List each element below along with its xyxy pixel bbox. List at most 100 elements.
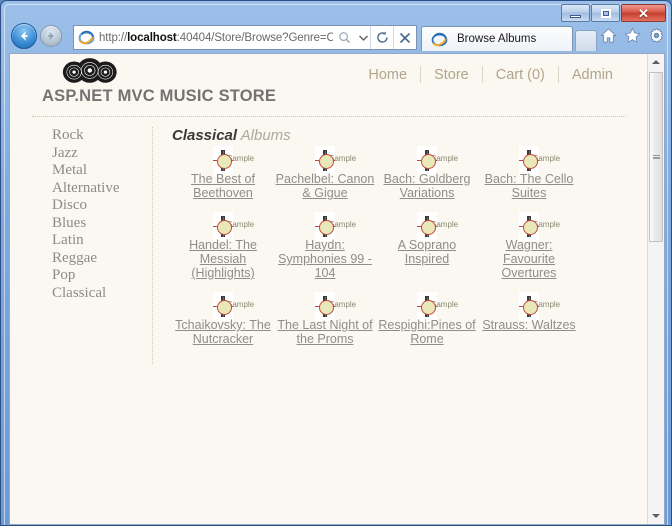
nav-link-home[interactable]: Home (355, 67, 420, 83)
tab-browse-albums[interactable]: Browse Albums (421, 26, 573, 51)
sidebar-item-disco[interactable]: Disco (52, 197, 152, 215)
sample-image-placeholder: Sample (417, 150, 458, 171)
scrollbar-thumb[interactable] (649, 72, 663, 242)
chevron-down-icon[interactable] (356, 26, 370, 49)
album-thumbnail: Sample (315, 292, 356, 321)
album-thumbnail: Sample (213, 146, 254, 175)
home-icon[interactable] (600, 27, 617, 44)
album-title: Tchaikovsky: The Nutcracker (175, 318, 271, 346)
album-thumbnail: Sample (315, 146, 356, 175)
album-thumbnail: Sample (213, 212, 254, 241)
nav-link-admin[interactable]: Admin (559, 67, 626, 83)
new-tab-button[interactable] (575, 30, 597, 51)
page-title-genre: Classical (172, 127, 238, 144)
scrollbar-grip (652, 155, 660, 159)
refresh-button[interactable] (370, 26, 393, 49)
search-icon[interactable] (333, 26, 356, 49)
scroll-up-button[interactable] (648, 54, 664, 70)
album-title: The Best of Beethoven (191, 172, 255, 200)
crosshair-circle (216, 300, 232, 315)
main-nav: Home Store Cart (0) Admin (355, 66, 626, 83)
page-title: Classical Albums (172, 127, 648, 144)
vinyl-records-logo-icon (62, 58, 117, 83)
back-arrow-icon (21, 31, 28, 41)
album-item[interactable]: Sample Tchaikovsky: T (172, 292, 274, 346)
chevron-down-icon (652, 514, 660, 518)
album-item[interactable]: Sample Strauss: Waltz (478, 292, 580, 346)
navigation-buttons (11, 23, 62, 49)
sample-image-placeholder: Sample (519, 296, 560, 317)
sample-image-placeholder: Sample (417, 216, 458, 237)
chevron-up-icon (652, 60, 660, 64)
album-thumbnail: Sample (213, 292, 254, 321)
crosshair-circle (420, 300, 436, 315)
albums-section: Classical Albums Sample (153, 127, 648, 364)
nav-link-cart[interactable]: Cart (0) (483, 67, 558, 83)
sample-image-placeholder: Sample (519, 216, 560, 237)
favorites-icon[interactable] (624, 27, 641, 44)
sample-image-placeholder: Sample (519, 150, 560, 171)
album-grid: Sample The Best of Be (172, 146, 648, 364)
tab-title: Browse Albums (457, 33, 537, 45)
album-title: Haydn: Symphonies 99 - 104 (278, 238, 372, 280)
album-thumbnail: Sample (417, 146, 458, 175)
close-button[interactable]: ✕ (621, 4, 666, 22)
album-item[interactable]: Sample Bach: Goldberg (376, 146, 478, 200)
crosshair-circle (420, 220, 436, 235)
maximize-icon (600, 8, 611, 18)
album-item[interactable]: Sample The Best of Be (172, 146, 274, 200)
album-thumbnail: Sample (519, 292, 560, 321)
album-item[interactable]: Sample A Soprano Insp (376, 212, 478, 280)
vertical-scrollbar[interactable] (647, 54, 664, 524)
album-item[interactable]: Sample Bach: The Cell (478, 146, 580, 200)
browser-toolbar: http://localhost:40404/Store/Browse?Genr… (1, 23, 671, 53)
nav-link-store[interactable]: Store (421, 67, 482, 83)
gear-icon[interactable] (648, 27, 665, 44)
ie-logo-icon (78, 30, 95, 45)
sample-image-placeholder: Sample (213, 216, 254, 237)
album-item[interactable]: Sample The Last Night (274, 292, 376, 346)
crosshair-circle (318, 154, 334, 169)
album-thumbnail: Sample (519, 212, 560, 241)
album-title: Bach: The Cello Suites (484, 172, 574, 200)
site-title: ASP.NET MVC MUSIC STORE (42, 87, 277, 105)
minimize-button[interactable] (561, 4, 590, 22)
browser-window: ✕ http://localhost:40404/Store/Browse?Ge… (0, 0, 672, 526)
address-bar[interactable]: http://localhost:40404/Store/Browse?Genr… (73, 25, 417, 50)
album-item[interactable]: Sample Respighi:Pines (376, 292, 478, 346)
sample-image-placeholder: Sample (315, 216, 356, 237)
crosshair-circle (522, 220, 538, 235)
album-title: The Last Night of the Proms (277, 318, 373, 346)
sample-image-placeholder: Sample (213, 150, 254, 171)
scroll-down-button[interactable] (648, 508, 664, 524)
crosshair-circle (318, 220, 334, 235)
album-title: Wagner: Favourite Overtures (501, 238, 557, 280)
sidebar-item-alternative[interactable]: Alternative (52, 180, 152, 198)
stop-button[interactable] (393, 26, 416, 49)
crosshair-circle (318, 300, 334, 315)
back-button[interactable] (11, 23, 37, 49)
sidebar-item-rock[interactable]: Rock (52, 127, 152, 145)
album-item[interactable]: Sample Haydn: Symphon (274, 212, 376, 280)
close-icon: ✕ (638, 5, 649, 21)
web-page: ASP.NET MVC MUSIC STORE Home Store Cart … (10, 54, 648, 524)
album-item[interactable]: Sample Pachelbel: Can (274, 146, 376, 200)
album-title: Respighi:Pines of Rome (378, 318, 476, 346)
window-caption-buttons: ✕ (560, 4, 666, 22)
maximize-button[interactable] (591, 4, 620, 22)
sidebar-item-latin[interactable]: Latin (52, 232, 152, 250)
sample-image-placeholder: Sample (315, 150, 356, 171)
sidebar-item-reggae[interactable]: Reggae (52, 250, 152, 268)
sidebar-item-pop[interactable]: Pop (52, 267, 152, 285)
sample-image-placeholder: Sample (417, 296, 458, 317)
sidebar-item-metal[interactable]: Metal (52, 162, 152, 180)
sidebar-item-blues[interactable]: Blues (52, 215, 152, 233)
album-item[interactable]: Sample Wagner: Favour (478, 212, 580, 280)
forward-button[interactable] (40, 25, 62, 47)
sidebar-item-jazz[interactable]: Jazz (52, 145, 152, 163)
album-item[interactable]: Sample Handel: The Me (172, 212, 274, 280)
sidebar-item-classical[interactable]: Classical (52, 285, 152, 303)
album-title: Bach: Goldberg Variations (383, 172, 471, 200)
genre-sidebar: Rock Jazz Metal Alternative Disco Blues … (10, 127, 153, 364)
sample-image-placeholder: Sample (315, 296, 356, 317)
